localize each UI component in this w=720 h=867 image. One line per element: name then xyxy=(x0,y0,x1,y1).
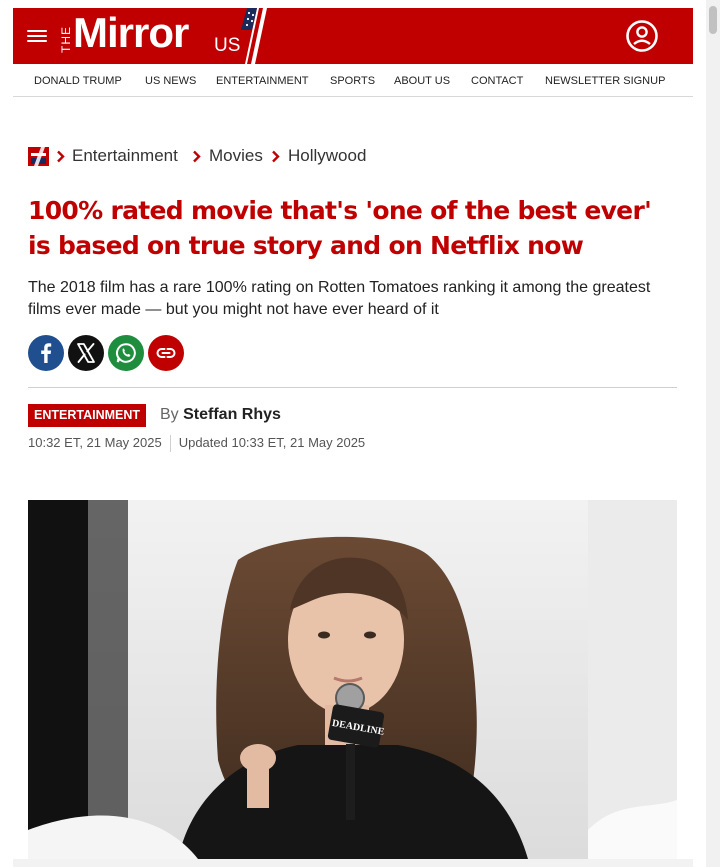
copy-link-button[interactable] xyxy=(148,335,184,371)
section-badge[interactable]: ENTERTAINMENT xyxy=(28,404,147,427)
nav-item-entertainment[interactable]: ENTERTAINMENT xyxy=(216,75,309,87)
nav-item-contact[interactable]: CONTACT xyxy=(471,75,523,87)
share-x-button[interactable] xyxy=(68,335,104,371)
masthead: THE Mirror US xyxy=(13,8,693,64)
share-facebook-button[interactable] xyxy=(28,335,64,371)
date-separator xyxy=(169,435,171,453)
breadcrumb-entertainment[interactable]: Entertainment xyxy=(72,146,178,166)
nav-item-about-us[interactable]: ABOUT US xyxy=(394,75,450,87)
home-logo-icon[interactable] xyxy=(28,147,49,166)
logo-wordmark: Mirror xyxy=(73,9,189,56)
facebook-icon xyxy=(41,343,52,363)
hero-photo: DEADLINE xyxy=(28,500,677,859)
scrollbar-thumb[interactable] xyxy=(709,6,717,34)
nav-item-sports[interactable]: SPORTS xyxy=(330,75,375,87)
article-standfirst: The 2018 film has a rare 100% rating on … xyxy=(28,279,651,318)
nav-item-donald-trump[interactable]: DONALD TRUMP xyxy=(34,75,122,87)
article-headline: 100% rated movie that's 'one of the best… xyxy=(28,196,652,260)
main-navigation: DONALD TRUMP US NEWS ENTERTAINMENT SPORT… xyxy=(13,66,693,97)
updated-timestamp: Updated 10:33 ET, 21 May 2025 xyxy=(178,435,366,450)
article-dates: 10:32 ET, 21 May 2025 Updated 10:33 ET, 2… xyxy=(28,435,366,453)
author-link[interactable]: Steffan Rhys xyxy=(183,406,281,423)
hero-image[interactable]: DEADLINE xyxy=(28,500,677,859)
menu-icon[interactable] xyxy=(27,28,47,44)
x-icon xyxy=(77,343,95,363)
chevron-right-icon xyxy=(57,150,65,163)
chevron-right-icon xyxy=(193,150,201,163)
logo-prefix: THE xyxy=(59,26,73,53)
flag-icon xyxy=(241,8,267,64)
byline-prefix: By xyxy=(160,406,179,423)
byline: By Steffan Rhys xyxy=(160,406,281,424)
chevron-right-icon xyxy=(272,150,280,163)
breadcrumb: Entertainment Movies Hollywood xyxy=(28,146,628,166)
page-scrollbar[interactable] xyxy=(706,0,720,867)
logo-the-mark: THE xyxy=(59,26,73,53)
bottom-strip xyxy=(13,859,693,867)
published-timestamp: 10:32 ET, 21 May 2025 xyxy=(28,435,162,450)
breadcrumb-hollywood[interactable]: Hollywood xyxy=(288,146,366,166)
nav-item-us-news[interactable]: US NEWS xyxy=(145,75,196,87)
share-whatsapp-button[interactable] xyxy=(108,335,144,371)
account-icon[interactable] xyxy=(625,19,659,53)
breadcrumb-movies[interactable]: Movies xyxy=(209,146,263,166)
whatsapp-icon xyxy=(116,343,136,363)
nav-item-newsletter-signup[interactable]: NEWSLETTER SIGNUP xyxy=(545,75,665,87)
site-logo[interactable]: THE Mirror US xyxy=(59,8,269,64)
link-icon xyxy=(156,348,176,358)
divider xyxy=(28,387,677,388)
